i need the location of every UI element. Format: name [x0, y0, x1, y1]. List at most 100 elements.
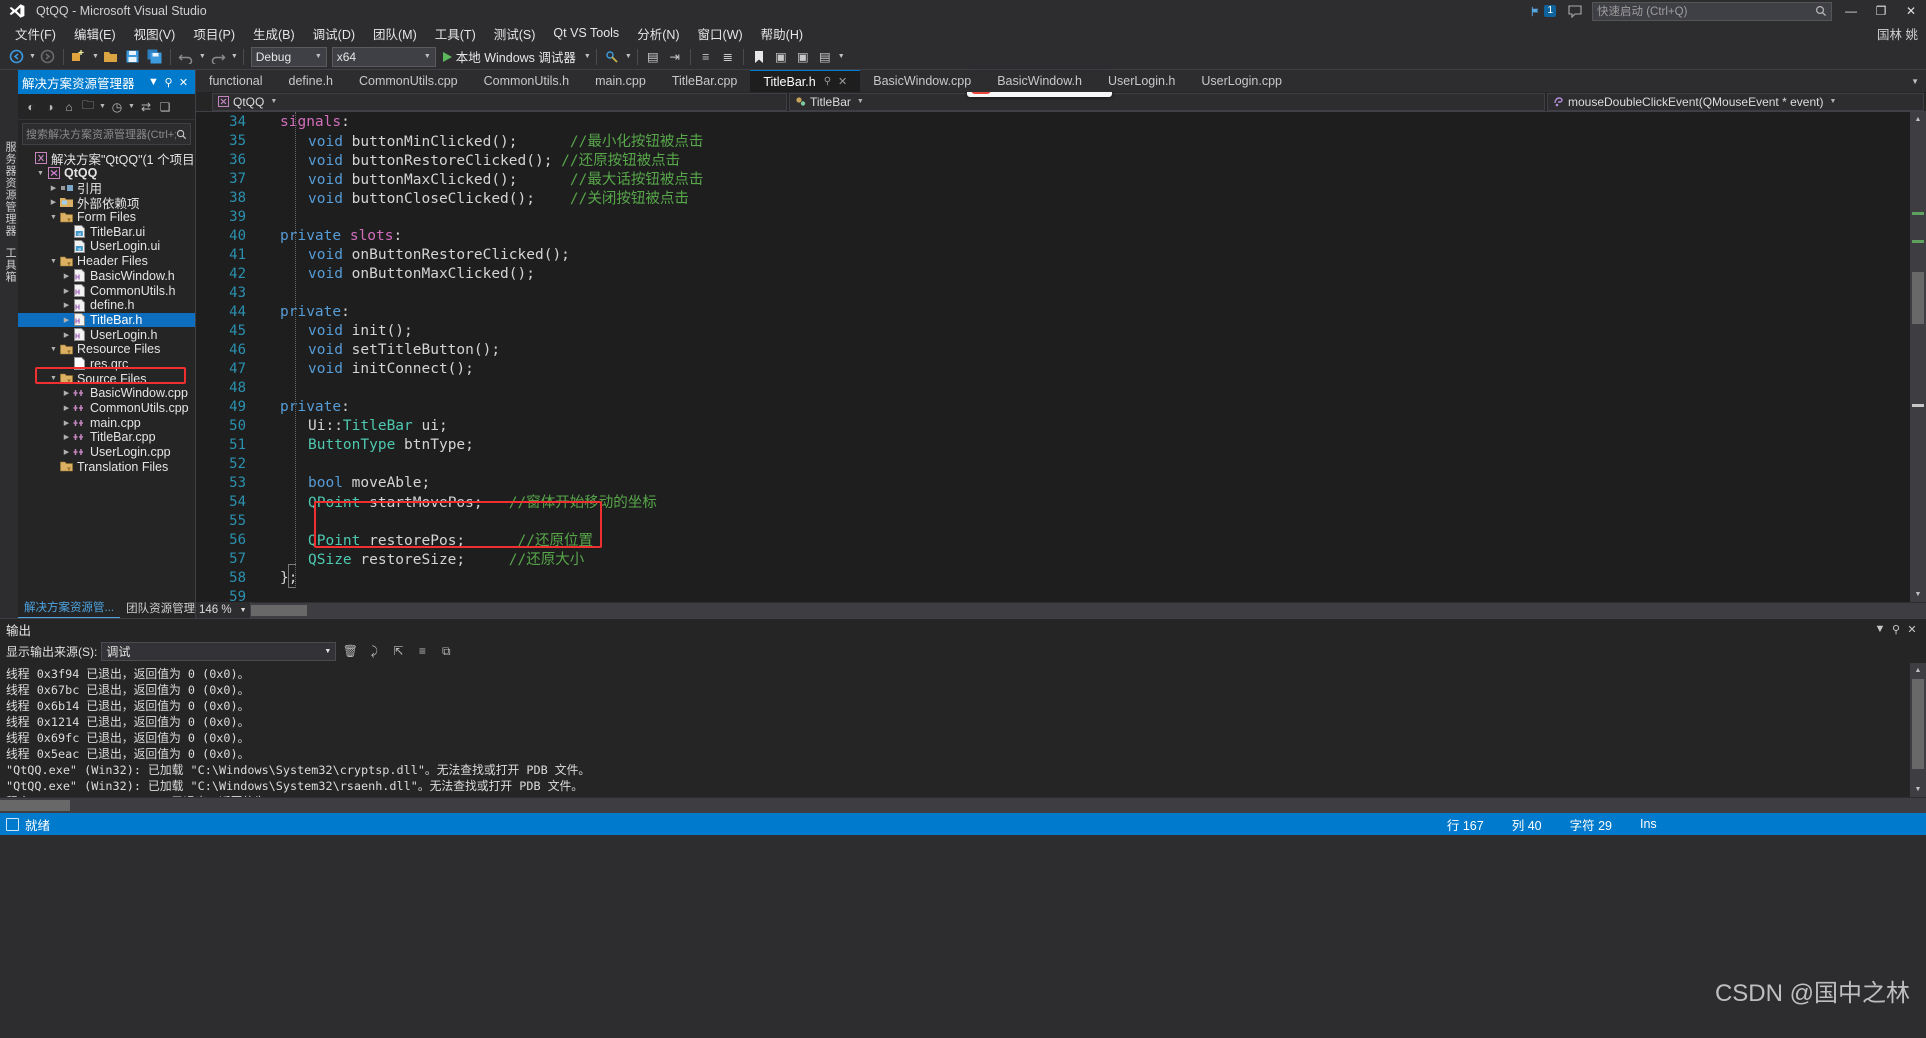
chevron-down-icon[interactable]: ▼	[270, 98, 277, 105]
tree-node[interactable]: ▼ Source Files	[18, 371, 195, 386]
expand-arrow-closed-icon[interactable]: ▶	[61, 419, 72, 427]
feedback-icon[interactable]	[1566, 2, 1584, 20]
properties-icon[interactable]: ❏	[156, 97, 174, 117]
expand-arrow-closed-icon[interactable]: ▶	[61, 287, 72, 295]
tree-node-selected[interactable]: ▶ TitleBar.h	[18, 312, 195, 328]
code-line[interactable]: 47 void initConnect();	[196, 359, 1910, 378]
editor-tab-basicwindow-cpp[interactable]: BasicWindow.cpp	[860, 70, 984, 92]
expand-arrow-closed-icon[interactable]: ▶	[61, 316, 72, 324]
tree-node[interactable]: ▶ main.cpp	[18, 415, 195, 430]
expand-arrow-closed-icon[interactable]: ▶	[61, 301, 72, 309]
expand-arrow-open-icon[interactable]: ▼	[48, 258, 59, 265]
code-line[interactable]: 53 bool moveAble;	[196, 473, 1910, 492]
attach-dropdown-icon[interactable]: ▼	[625, 53, 632, 60]
word-wrap-icon[interactable]: ⤸	[364, 641, 384, 661]
go-to-previous-icon[interactable]: ⇱	[388, 641, 408, 661]
editor-tab-commonutils-h[interactable]: CommonUtils.h	[471, 70, 582, 92]
editor-tab-titlebar-cpp[interactable]: TitleBar.cpp	[659, 70, 751, 92]
menu-debug[interactable]: 调试(D)	[304, 22, 364, 45]
code-line[interactable]: 49 private:	[196, 397, 1910, 416]
back-icon[interactable]: ◐	[22, 97, 40, 117]
editor-tab-define-h[interactable]: define.h	[276, 70, 346, 92]
uncomment-icon[interactable]: ≣	[718, 46, 738, 68]
output-source-select[interactable]: 调试 ▼	[101, 641, 337, 661]
tree-node[interactable]: ▼ QtQQ	[18, 166, 195, 181]
tree-node[interactable]: 解决方案"QtQQ"(1 个项目)	[18, 151, 195, 167]
scroll-down-arrow[interactable]: ▼	[1910, 587, 1926, 602]
code-line[interactable]: 57 QSize restoreSize; //还原大小	[196, 549, 1910, 569]
start-debugging-button[interactable]: 本地 Windows 调试器	[438, 46, 581, 68]
navbar-type-select[interactable]: TitleBar ▼	[789, 92, 1545, 111]
toolbar-overflow-icon[interactable]: ▼	[838, 53, 845, 60]
code-line[interactable]: 43	[196, 283, 1910, 302]
open-file-icon[interactable]	[101, 46, 121, 68]
output-vertical-scrollbar[interactable]: ▲ ▼	[1910, 663, 1926, 797]
tree-node[interactable]: ▶ TitleBar.cpp	[18, 430, 195, 445]
menu-project[interactable]: 项目(P)	[184, 22, 244, 45]
chevron-down-icon[interactable]: ▼	[1872, 623, 1888, 635]
close-icon[interactable]: ✕	[176, 76, 191, 89]
code-line[interactable]: 35 void buttonMinClicked(); //最小化按钮被点击	[196, 131, 1910, 151]
start-debugging-dropdown-icon[interactable]: ▼	[584, 53, 591, 60]
clear-bookmarks-icon[interactable]: ▤	[815, 46, 835, 68]
code-line[interactable]: 46 void setTitleButton();	[196, 340, 1910, 359]
tree-node[interactable]: Translation Files	[18, 459, 195, 474]
expand-arrow-closed-icon[interactable]: ▶	[61, 331, 72, 339]
tree-node[interactable]: res.qrc	[18, 357, 195, 372]
tree-node[interactable]: ▶ CommonUtils.h	[18, 283, 195, 298]
menu-qt-vs-tools[interactable]: Qt VS Tools	[544, 24, 628, 42]
menu-edit[interactable]: 编辑(E)	[65, 22, 125, 45]
clear-all-icon[interactable]: 🗑	[340, 641, 360, 661]
step-over-icon[interactable]: ▤	[643, 46, 663, 68]
menu-window[interactable]: 窗口(W)	[689, 22, 752, 45]
expand-arrow-closed-icon[interactable]: ▶	[61, 448, 72, 456]
notifications-button[interactable]: 1	[1530, 5, 1556, 17]
solution-platform-select[interactable]: x64 ▼	[331, 46, 436, 67]
expand-arrow-closed-icon[interactable]: ▶	[61, 272, 72, 280]
save-icon[interactable]	[123, 46, 143, 68]
tree-node[interactable]: ▶ BasicWindow.h	[18, 269, 195, 284]
code-line[interactable]: 48	[196, 378, 1910, 397]
editor-tab-basicwindow-h[interactable]: BasicWindow.h	[984, 70, 1095, 92]
solution-configuration-select[interactable]: Debug ▼	[250, 46, 327, 67]
output-horizontal-scrollbar[interactable]	[0, 797, 1926, 813]
chevron-down-icon[interactable]: ▼	[98, 97, 107, 117]
chevron-down-icon-2[interactable]: ▼	[127, 97, 136, 117]
tree-node[interactable]: ▶ 外部依赖项	[18, 195, 195, 211]
close-icon[interactable]: ✕	[1904, 623, 1920, 636]
menu-analyze[interactable]: 分析(N)	[628, 22, 688, 45]
undo-dropdown-icon[interactable]: ▼	[199, 53, 206, 60]
scroll-up-arrow[interactable]: ▲	[1910, 112, 1926, 127]
navbar-project-select[interactable]: QtQQ ▼	[212, 92, 787, 111]
maximize-button[interactable]: ❐	[1866, 0, 1896, 22]
chevron-down-icon-3[interactable]: ▼	[1829, 98, 1836, 105]
chevron-down-icon[interactable]: ▼	[146, 76, 161, 88]
code-line[interactable]: 56 QPoint restorePos; //还原位置	[196, 530, 1910, 550]
navbar-member-select[interactable]: mouseDoubleClickEvent(QMouseEvent * even…	[1547, 92, 1924, 111]
step-into-icon[interactable]: ⇥	[665, 46, 685, 68]
code-line[interactable]: 39	[196, 207, 1910, 226]
close-icon[interactable]: ✕	[838, 75, 847, 88]
back-dropdown-icon[interactable]: ▼	[29, 53, 36, 60]
minimize-button[interactable]: —	[1836, 0, 1866, 22]
close-button[interactable]: ✕	[1896, 0, 1926, 22]
pending-changes-icon[interactable]: ◷	[108, 97, 126, 117]
navigate-forward-icon[interactable]	[38, 46, 58, 68]
editor-vertical-scrollbar[interactable]: ▲ ▼	[1910, 112, 1926, 602]
tabstrip-dropdown-icon[interactable]: ▼	[1906, 70, 1924, 92]
quick-launch-input[interactable]: 快速启动 (Ctrl+Q)	[1592, 1, 1832, 21]
expand-arrow-open-icon[interactable]: ▼	[35, 170, 46, 177]
code-line[interactable]: 41 void onButtonRestoreClicked();	[196, 245, 1910, 264]
previous-bookmark-icon[interactable]: ▣	[771, 46, 791, 68]
menu-team[interactable]: 团队(M)	[364, 22, 426, 45]
tree-node[interactable]: ▶ UserLogin.h	[18, 327, 195, 342]
code-line[interactable]: 45 void init();	[196, 321, 1910, 340]
code-line[interactable]: 51 ButtonType btnType;	[196, 435, 1910, 454]
expand-arrow-open-icon[interactable]: ▼	[48, 214, 59, 221]
forward-icon[interactable]: ◑	[41, 97, 59, 117]
code-line[interactable]: 55	[196, 511, 1910, 530]
code-line[interactable]: 37 void buttonMaxClicked(); //最大话按钮被点击	[196, 169, 1910, 189]
home-icon[interactable]: ⌂	[60, 97, 78, 117]
hscroll-thumb[interactable]	[250, 604, 307, 616]
expand-arrow-open-icon[interactable]: ▼	[48, 375, 59, 382]
